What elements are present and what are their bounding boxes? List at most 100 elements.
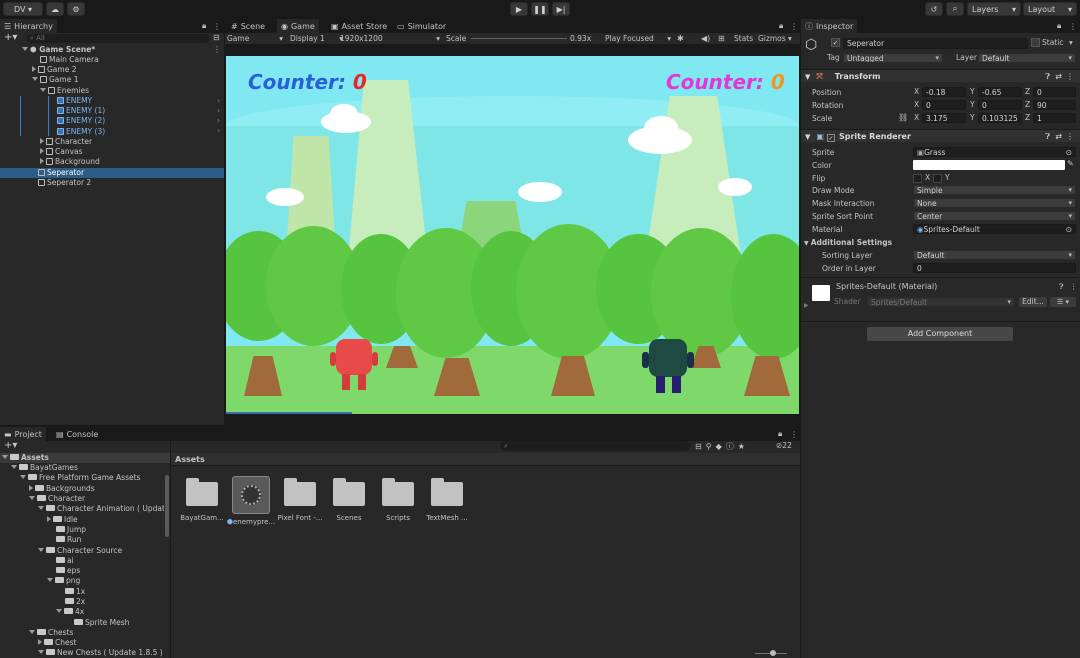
rotation-x-field[interactable]: 0	[922, 100, 966, 110]
scale-z-field[interactable]: 1	[1033, 113, 1076, 123]
help-icon[interactable]: ❓︎	[1045, 130, 1050, 143]
tree-item-canvas[interactable]: Canvas	[40, 147, 83, 157]
preset-icon[interactable]: ⇄	[1055, 70, 1062, 83]
search-icon[interactable]: ⌕	[946, 2, 964, 16]
tree-new-chests[interactable]: New Chests ( Update 1.8.5 )	[38, 648, 163, 658]
hidden-count[interactable]: ⊘22	[776, 441, 792, 450]
scene-menu-icon[interactable]: ⋮	[213, 45, 221, 54]
shader-dropdown[interactable]: Sprites/Default	[867, 297, 1015, 307]
expand-arrow-icon[interactable]	[47, 578, 53, 582]
tree-bayatgames[interactable]: BayatGames	[11, 463, 78, 473]
tab-inspector[interactable]: ⓘ Inspector	[801, 19, 858, 33]
tree-character[interactable]: Character	[29, 494, 85, 504]
scale-x-field[interactable]: 3.175	[922, 113, 966, 123]
position-y-field[interactable]: -0.65	[978, 87, 1022, 97]
static-checkbox[interactable]	[1031, 38, 1040, 47]
expand-arrow-icon[interactable]	[40, 148, 44, 154]
object-picker-icon[interactable]: ⊙	[1066, 225, 1072, 233]
hierarchy-search-input[interactable]: ⌕ All	[26, 34, 210, 43]
tab-scene[interactable]: # Scene	[227, 19, 269, 33]
project-toolbar-icons[interactable]: ⊟⚲◆ⓘ★	[695, 441, 749, 452]
position-z-field[interactable]: 0	[1033, 87, 1076, 97]
tree-character-animation[interactable]: Character Animation ( Update	[38, 504, 164, 514]
shader-options-icon[interactable]: ☰ ▾	[1050, 297, 1076, 307]
expand-arrow-icon[interactable]	[11, 465, 17, 469]
tree-item-background[interactable]: Background	[40, 157, 100, 167]
material-field[interactable]: ◉Sprites-Default ⊙	[913, 224, 1076, 234]
expand-arrow-icon[interactable]	[20, 475, 26, 479]
tree-idle[interactable]: Idle	[47, 515, 78, 525]
scale-slider[interactable]	[471, 38, 567, 39]
collapse-arrow-icon[interactable]: ▼	[805, 73, 810, 81]
tree-character-source[interactable]: Character Source	[38, 546, 122, 556]
edit-shader-button[interactable]: Edit...	[1019, 297, 1047, 307]
expand-arrow-icon[interactable]	[38, 506, 44, 510]
tree-item-character[interactable]: Character	[40, 137, 92, 147]
enabled-checkbox[interactable]: ✓	[826, 134, 835, 142]
assets-breadcrumb[interactable]: Assets	[175, 455, 205, 464]
transform-header[interactable]: ▼ ⤧ Transform ❓︎ ⇄ ⋮	[801, 69, 1080, 82]
component-menu-icon[interactable]: ⋮	[1066, 70, 1074, 83]
tree-free-platform[interactable]: Free Platform Game Assets	[20, 473, 140, 483]
expand-arrow-icon[interactable]	[40, 88, 46, 92]
tree-eps[interactable]: eps	[56, 566, 80, 576]
tree-assets[interactable]: Assets	[2, 453, 49, 463]
object-picker-icon[interactable]: ⊙	[1066, 148, 1072, 156]
tree-2x[interactable]: 2x	[65, 597, 85, 607]
tree-scrollbar[interactable]	[165, 475, 169, 537]
expand-arrow-icon[interactable]	[29, 496, 35, 500]
cloud-icon[interactable]: ☁	[46, 2, 64, 16]
preset-icon[interactable]: ⇄	[1055, 130, 1062, 143]
sorting-layer-dropdown[interactable]: Default	[913, 250, 1076, 260]
asset-enemy-prefab[interactable]: ⬢enemypre...	[226, 476, 276, 526]
expand-arrow-icon[interactable]: ▶	[804, 302, 809, 309]
tree-chests[interactable]: Chests	[29, 628, 73, 638]
tree-item-enemies[interactable]: Enemies	[40, 86, 89, 96]
scene-root[interactable]: ⬢ Game Scene*	[22, 45, 95, 55]
expand-arrow-icon[interactable]	[56, 609, 62, 613]
audio-icon[interactable]: ◀)	[701, 33, 710, 44]
asset-folder-scripts[interactable]: Scripts	[373, 476, 423, 522]
expand-arrow-icon[interactable]	[29, 485, 33, 491]
tree-item-seperator[interactable]: Seperator	[38, 168, 84, 178]
tab-hierarchy[interactable]: ☰ Hierarchy	[0, 19, 57, 33]
create-asset-button[interactable]: +▾	[4, 440, 17, 451]
more-menu-icon[interactable]: ⋮	[786, 427, 802, 441]
layer-dropdown[interactable]: Default	[978, 53, 1076, 63]
tree-item-game-1[interactable]: Game 1	[32, 75, 78, 85]
tree-run[interactable]: Run	[56, 535, 81, 545]
tree-item-enemy-1[interactable]: ENEMY (1)	[57, 106, 105, 116]
tab-project[interactable]: ▬ Project	[0, 427, 46, 441]
expand-arrow-icon[interactable]	[22, 47, 28, 51]
expand-arrow-icon[interactable]	[38, 650, 44, 654]
scale-y-field[interactable]: 0.103125	[978, 113, 1022, 123]
tab-game[interactable]: ◉ Game	[277, 19, 319, 33]
tree-item-main-camera[interactable]: Main Camera	[40, 55, 99, 65]
flip-x-checkbox[interactable]	[913, 174, 922, 183]
expand-arrow-icon[interactable]	[32, 66, 36, 72]
more-menu-icon[interactable]: ⋮	[786, 19, 802, 33]
sprite-field[interactable]: ▣Grass ⊙	[913, 147, 1076, 157]
expand-arrow-icon[interactable]	[2, 455, 8, 459]
color-swatch[interactable]	[913, 160, 1065, 170]
tree-ai[interactable]: ai	[56, 556, 74, 566]
hierarchy-filter-icon[interactable]: ⊟	[213, 33, 220, 42]
expand-arrow-icon[interactable]	[40, 158, 44, 164]
project-search-input[interactable]: ⌕	[500, 441, 690, 451]
tree-png[interactable]: png	[47, 576, 80, 586]
pause-button[interactable]: ❚❚	[531, 2, 549, 16]
collapse-arrow-icon[interactable]: ▼	[805, 133, 810, 141]
position-x-field[interactable]: -0.18	[922, 87, 966, 97]
more-menu-icon[interactable]: ⋮	[1065, 19, 1080, 33]
sprite-renderer-header[interactable]: ▼ ▣ ✓ Sprite Renderer ❓︎ ⇄ ⋮	[801, 129, 1080, 142]
tag-dropdown[interactable]: Untagged	[843, 53, 943, 63]
layout-dropdown[interactable]: Layout ▾	[1023, 2, 1077, 16]
resolution-dropdown[interactable]: 1920x1200 ▾	[340, 33, 440, 44]
tab-asset-store[interactable]: ▣ Asset Store	[327, 19, 391, 33]
tree-item-seperator-2[interactable]: Seperator 2	[38, 178, 91, 188]
help-icon[interactable]: ❓︎	[1059, 282, 1064, 292]
eyedropper-icon[interactable]: ✎	[1067, 159, 1074, 168]
play-button[interactable]: ▶	[510, 2, 528, 16]
game-viewport[interactable]: Counter: 0 Counter: 0	[226, 56, 799, 414]
expand-arrow-icon[interactable]	[38, 548, 44, 552]
